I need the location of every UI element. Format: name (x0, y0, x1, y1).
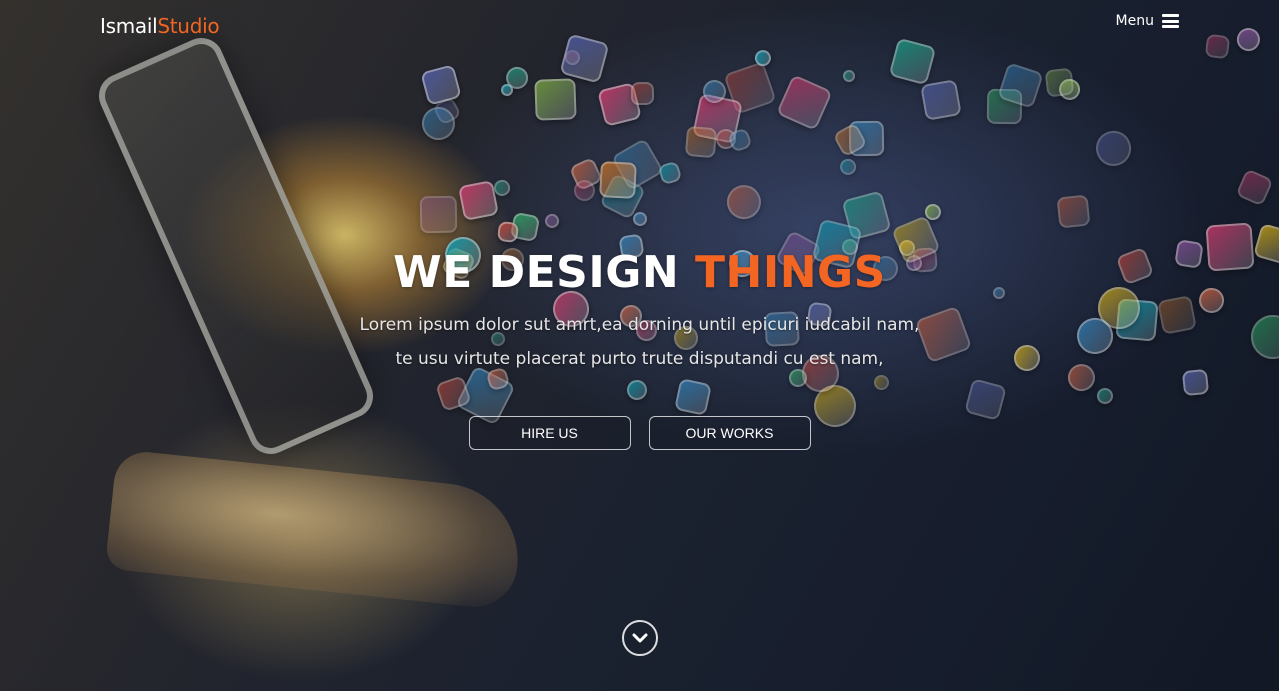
hero-buttons: HIRE US OUR WORKS (0, 416, 1279, 450)
menu-label: Menu (1115, 13, 1154, 29)
navbar: IsmailStudio Menu (0, 0, 1279, 54)
hire-us-button[interactable]: HIRE US (468, 416, 631, 450)
brand-primary: Ismail (100, 14, 158, 38)
scroll-down-button[interactable] (622, 620, 658, 656)
hero-tagline: Lorem ipsum dolor sut amrt,ea dorning un… (0, 308, 1279, 376)
tagline-line-2: te usu virtute placerat purto trute disp… (395, 349, 884, 369)
brand-accent: Studio (157, 14, 220, 38)
brand-logo[interactable]: IsmailStudio (100, 14, 220, 38)
menu-button[interactable]: Menu (1116, 13, 1179, 29)
headline-primary: WE DESIGN (393, 247, 680, 298)
hero-section: IsmailStudio Menu WE DESIGN THINGS Lorem… (0, 0, 1279, 691)
chevron-down-icon (632, 633, 648, 643)
our-works-button[interactable]: OUR WORKS (648, 416, 811, 450)
hamburger-icon (1162, 14, 1179, 28)
hero-content: WE DESIGN THINGS Lorem ipsum dolor sut a… (0, 246, 1279, 450)
headline-accent: THINGS (694, 247, 886, 298)
tagline-line-1: Lorem ipsum dolor sut amrt,ea dorning un… (359, 315, 920, 335)
hero-headline: WE DESIGN THINGS (0, 246, 1279, 300)
